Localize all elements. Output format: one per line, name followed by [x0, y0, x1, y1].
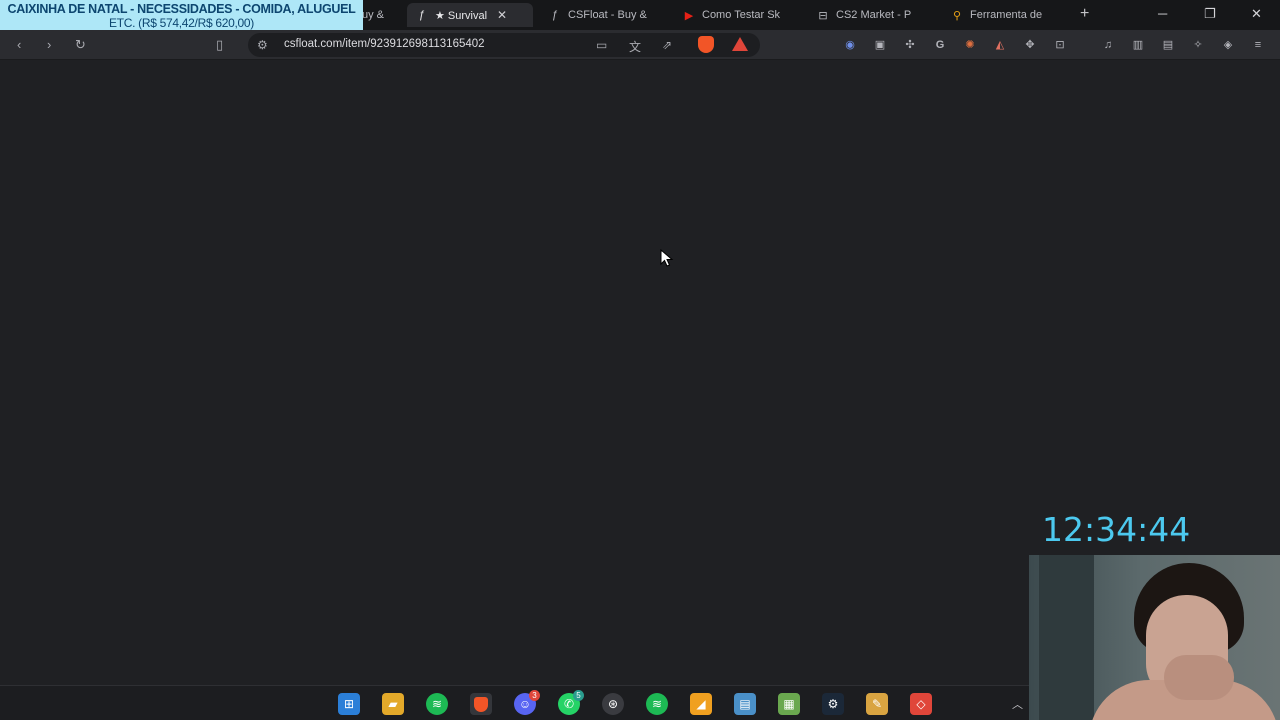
search-icon: ⚲ [952, 9, 962, 22]
tab-ferramenta[interactable]: ⚲ Ferramenta de [950, 3, 1060, 27]
translate-icon[interactable]: 文 [629, 38, 641, 55]
grammar-extension-icon[interactable]: G [932, 37, 948, 53]
extension-icon[interactable]: ▣ [872, 37, 888, 53]
brave-shield-app-icon[interactable]: ◇ [910, 693, 932, 715]
menu-icon[interactable]: ≡ [1250, 37, 1266, 53]
webcam-door [1039, 555, 1094, 720]
chevron-up-icon[interactable]: ︿ [1012, 696, 1023, 712]
steam-icon[interactable]: ⚙ [822, 693, 844, 715]
vpn-icon[interactable]: ◈ [1220, 37, 1236, 53]
market-icon: ⊟ [818, 9, 828, 22]
tab-label: uy & [362, 9, 385, 21]
extension-icon[interactable]: ◭ [992, 37, 1008, 53]
sidebar-icon[interactable]: ▥ [1130, 37, 1146, 53]
tab-label: CSFloat - Buy & [568, 9, 647, 21]
cast-icon[interactable]: ▭ [596, 38, 607, 52]
discord-badge: 3 [529, 690, 540, 701]
taskbar: ⊞ ▰ ≋ ☺ 3 ✆ 5 ⊛ ≋ ◢ ▤ ▦ ⚙ ✎ ◇ ︿ [0, 685, 1029, 720]
csfloat-icon: ƒ [551, 9, 559, 21]
discord-icon[interactable]: ☺ 3 [514, 690, 540, 715]
tab-label: ★ Survival [435, 9, 488, 22]
extension-icon[interactable]: ✺ [962, 37, 978, 53]
tab-label: CS2 Market - P [836, 9, 912, 21]
browser-toolbar: ‹ › ↻ ▯ ⚙ csfloat.com/item/9239126981131… [0, 30, 1280, 60]
notepad-icon[interactable]: ▤ [734, 693, 756, 715]
site-info-icon[interactable]: ⚙ [257, 38, 268, 52]
nvidia-icon[interactable]: ▦ [778, 693, 800, 715]
tab-cs2-market[interactable]: ⊟ CS2 Market - P [816, 3, 926, 27]
bookmark-icon[interactable]: ▯ [216, 37, 223, 53]
tab-partial[interactable]: uy & [362, 3, 402, 27]
app-icon[interactable]: ◢ [690, 693, 712, 715]
leo-ai-icon[interactable]: ✧ [1190, 37, 1206, 53]
puzzle-icon[interactable]: ✥ [1022, 37, 1038, 53]
reload-icon[interactable]: ↻ [75, 37, 86, 53]
extension-icon[interactable]: ✣ [902, 37, 918, 53]
whatsapp-icon[interactable]: ✆ 5 [558, 690, 584, 715]
media-icon[interactable]: ♫ [1100, 37, 1116, 53]
new-tab-button[interactable]: + [1080, 5, 1089, 23]
file-explorer-icon[interactable]: ▰ [382, 693, 404, 715]
donation-line-1: CAIXINHA DE NATAL - NECESSIDADES - COMID… [7, 2, 356, 16]
brave-rewards-icon[interactable] [732, 37, 748, 51]
brave-browser-icon[interactable] [470, 693, 492, 715]
back-icon[interactable]: ‹ [17, 37, 21, 52]
close-window-icon[interactable]: ✕ [1251, 6, 1262, 22]
windows-start-icon[interactable]: ⊞ [338, 693, 360, 715]
tab-label: Ferramenta de [970, 9, 1043, 21]
restore-icon[interactable]: ❐ [1204, 6, 1216, 22]
screenshot-icon[interactable]: ⊡ [1052, 37, 1068, 53]
forward-icon[interactable]: › [47, 37, 51, 52]
csfloat-icon: ƒ [418, 9, 426, 21]
share-icon[interactable]: ⇗ [662, 38, 672, 52]
address-bar[interactable]: ⚙ csfloat.com/item/923912698113165402 ▭ … [248, 33, 760, 57]
webcam-feed [1029, 555, 1280, 720]
donation-goal-overlay: CAIXINHA DE NATAL - NECESSIDADES - COMID… [0, 0, 363, 31]
spotify-icon[interactable]: ≋ [646, 693, 668, 715]
tab-youtube[interactable]: ▶ Como Testar Sk [682, 3, 797, 27]
url-text[interactable]: csfloat.com/item/923912698113165402 [284, 38, 485, 50]
webcam-hand [1164, 655, 1234, 700]
tab-csfloat[interactable]: ƒ CSFloat - Buy & [548, 3, 663, 27]
tab-label: Como Testar Sk [702, 9, 781, 21]
tab-active-survival[interactable]: ƒ ★ Survival ✕ [407, 3, 533, 27]
mouse-cursor-icon [660, 249, 674, 267]
spotify-icon[interactable]: ≋ [426, 693, 448, 715]
youtube-icon: ▶ [684, 9, 694, 22]
minimize-icon[interactable]: ─ [1158, 6, 1167, 21]
donation-line-2: ETC. (R$ 574,42/R$ 620,00) [109, 16, 254, 30]
extension-icon[interactable]: ◉ [842, 37, 858, 53]
app-icon[interactable]: ⊛ [602, 693, 624, 715]
brave-shields-icon[interactable] [698, 36, 714, 53]
whatsapp-badge: 5 [573, 690, 584, 701]
close-icon[interactable]: ✕ [497, 8, 507, 22]
app-icon[interactable]: ✎ [866, 693, 888, 715]
wallet-icon[interactable]: ▤ [1160, 37, 1176, 53]
stream-clock: 12:34:44 [1042, 510, 1191, 549]
